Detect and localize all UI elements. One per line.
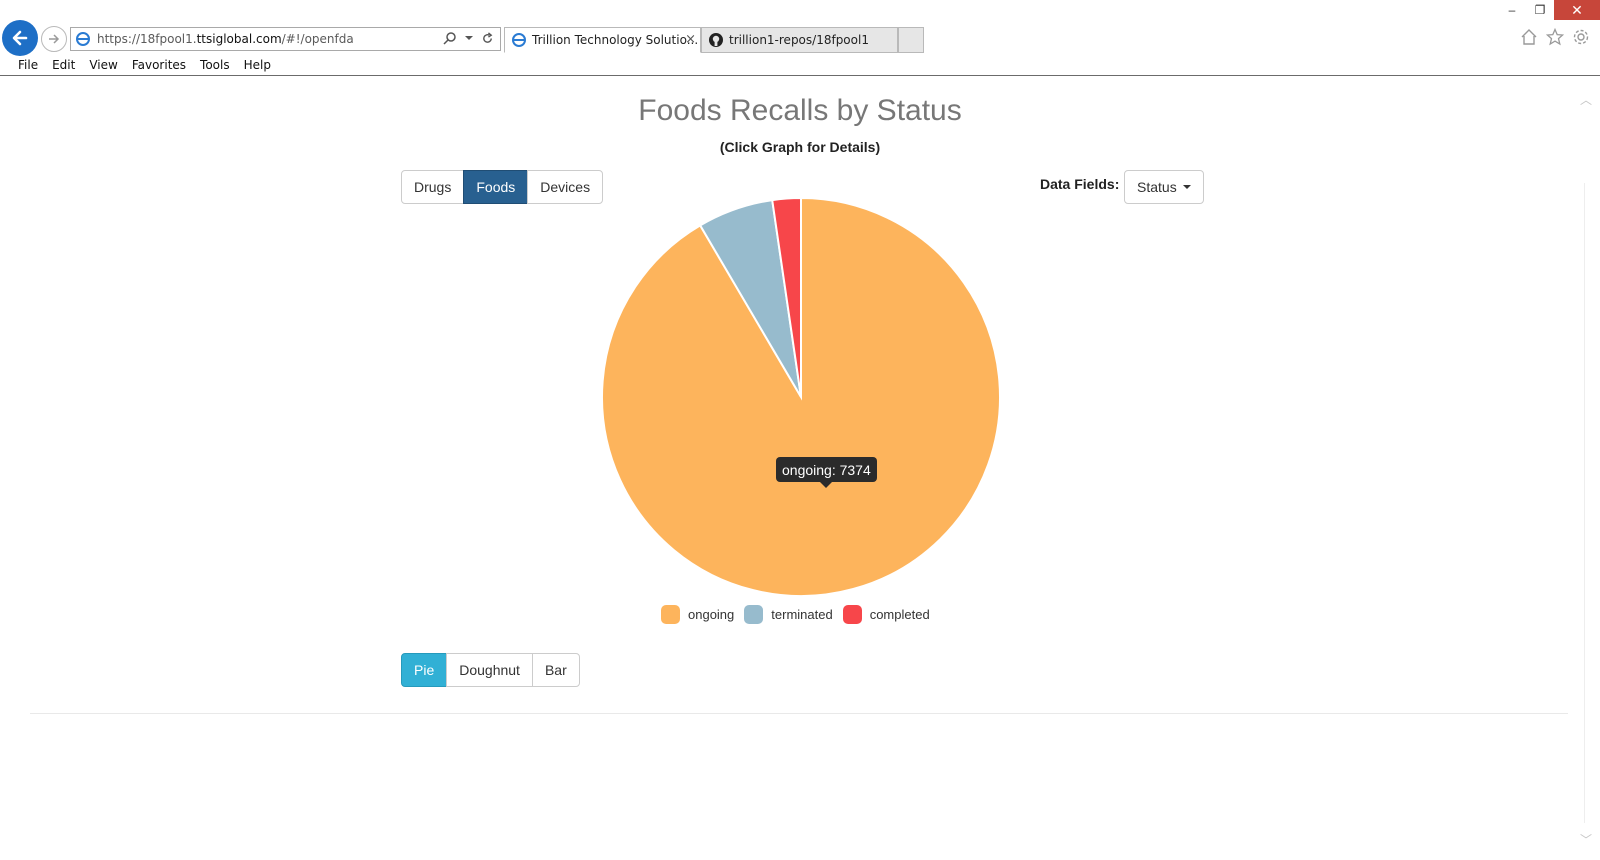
new-tab-button[interactable] [898, 27, 924, 53]
favorites-star-icon[interactable] [1546, 28, 1564, 46]
menu-tools[interactable]: Tools [200, 58, 230, 72]
ie-page-icon [76, 32, 90, 46]
page-content: Foods Recalls by Status (Click Graph for… [0, 77, 1600, 860]
menu-favorites[interactable]: Favorites [132, 58, 186, 72]
chart-legend: ongoing terminated completed [661, 605, 940, 624]
page-divider [30, 713, 1570, 714]
menu-bar: File Edit View Favorites Tools Help [0, 54, 1600, 76]
menu-view[interactable]: View [89, 58, 117, 72]
tab-label: trillion1-repos/18fpool1 [729, 33, 869, 47]
legend-swatch [661, 605, 680, 624]
legend-swatch [842, 605, 862, 624]
menu-help[interactable]: Help [244, 58, 271, 72]
browser-chrome: https://18fpool1.ttsiglobal.com/#!/openf… [0, 0, 1600, 77]
back-button[interactable] [2, 20, 38, 56]
back-arrow-icon [12, 30, 28, 46]
window-controls: – ❐ ✕ [1498, 0, 1600, 20]
forward-arrow-icon [49, 34, 60, 44]
legend-item-terminated: terminated [744, 605, 833, 624]
close-window-icon[interactable]: ✕ [1554, 0, 1600, 20]
pie-chart[interactable] [0, 77, 1568, 637]
forward-button[interactable] [41, 26, 67, 52]
toolbar-icons [1520, 28, 1590, 46]
home-icon[interactable] [1520, 28, 1538, 46]
menu-file[interactable]: File [18, 58, 38, 72]
scroll-down-icon[interactable]: ﹀ [1580, 831, 1592, 848]
menu-edit[interactable]: Edit [52, 58, 75, 72]
url-text: https://18fpool1.ttsiglobal.com/#!/openf… [97, 32, 354, 46]
legend-label: terminated [771, 607, 833, 622]
search-icon[interactable] [443, 31, 457, 45]
address-bar[interactable]: https://18fpool1.ttsiglobal.com/#!/openf… [70, 27, 501, 51]
tab-trillion[interactable]: Trillion Technology Solutio... × [504, 27, 701, 53]
legend-item-ongoing: ongoing [661, 605, 734, 624]
tooltip-arrow [820, 482, 832, 488]
restore-icon[interactable]: ❐ [1526, 0, 1554, 20]
bar-button[interactable]: Bar [531, 653, 580, 687]
legend-swatch [744, 605, 764, 624]
scroll-up-icon[interactable]: ︿ [1580, 91, 1592, 108]
close-tab-icon[interactable]: × [685, 32, 696, 47]
chart-tooltip: ongoing: 7374 [776, 457, 877, 482]
dropdown-arrow-icon[interactable] [465, 34, 473, 42]
scrollbar[interactable]: ︿ ﹀ [1568, 77, 1600, 860]
tab-github[interactable]: trillion1-repos/18fpool1 [701, 27, 898, 53]
ie-tab-icon [512, 33, 526, 47]
pie-button[interactable]: Pie [401, 653, 448, 687]
legend-item-completed: completed [842, 605, 930, 624]
github-icon [709, 33, 723, 47]
tab-label: Trillion Technology Solutio... [532, 33, 699, 47]
scroll-thumb[interactable] [1584, 183, 1600, 823]
chart-type-button-group: Pie Doughnut Bar [401, 653, 580, 687]
legend-label: ongoing [688, 607, 735, 622]
doughnut-button[interactable]: Doughnut [446, 653, 533, 687]
refresh-icon[interactable] [481, 31, 494, 45]
legend-label: completed [869, 607, 930, 622]
minimize-icon[interactable]: – [1498, 0, 1526, 20]
settings-gear-icon[interactable] [1572, 28, 1590, 46]
